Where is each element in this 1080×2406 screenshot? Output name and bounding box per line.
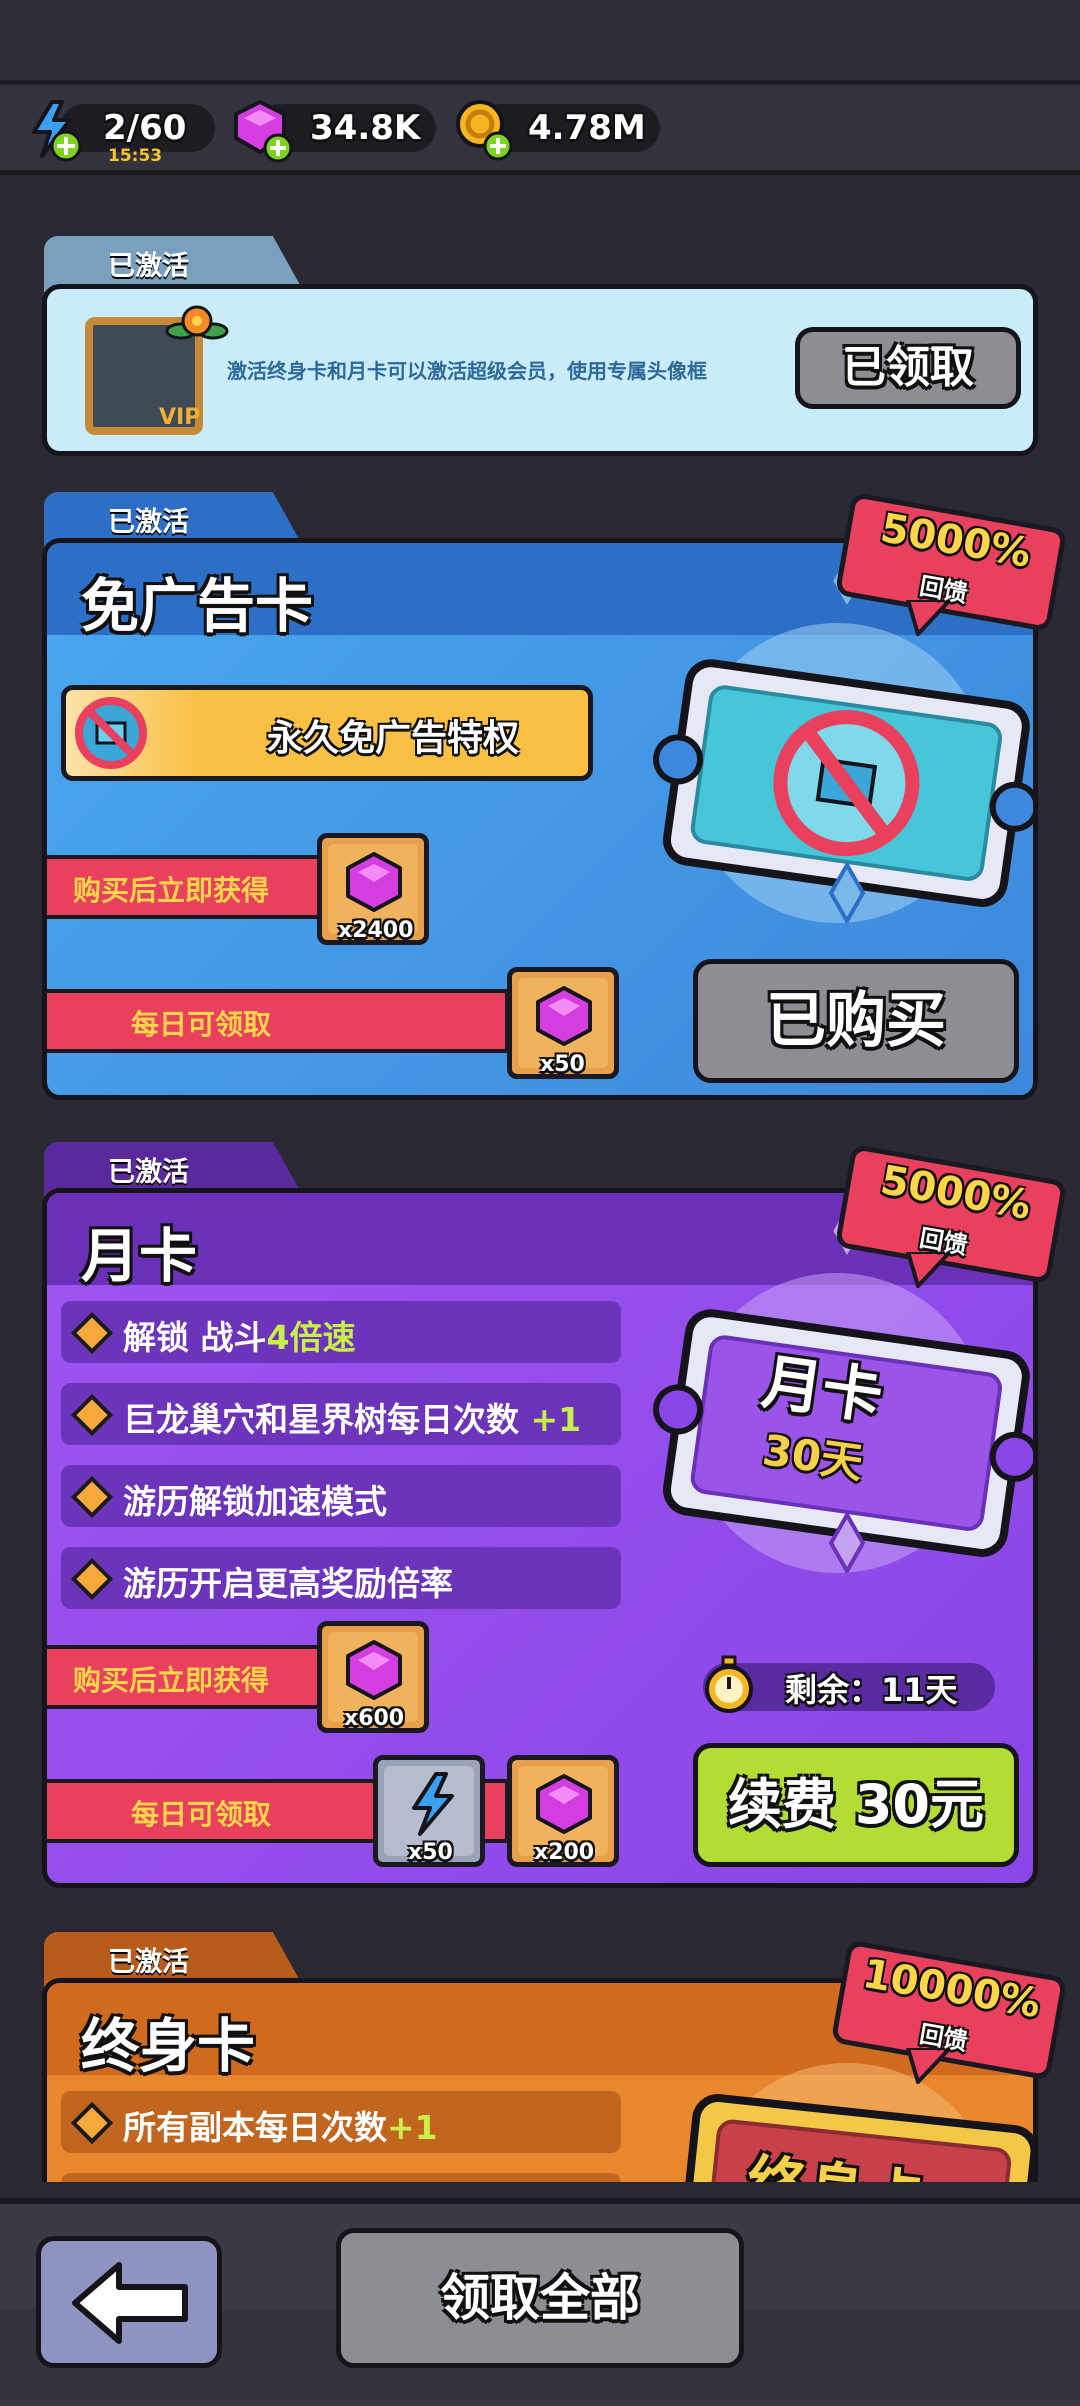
noad-daily-count: x50 bbox=[540, 1052, 585, 1077]
monthly-feature-2-text: 巨龙巢穴和星界树每日次数 bbox=[123, 1400, 531, 1439]
monthly-card-tab-label: 已激活 bbox=[108, 1157, 189, 1188]
monthly-feature-1-text: 解锁 战斗 bbox=[123, 1318, 267, 1357]
monthly-renew-button[interactable]: 续费 30元 bbox=[693, 1743, 1019, 1867]
monthly-feature-3-text: 游历解锁加速模式 bbox=[123, 1482, 387, 1521]
noad-daily-item: x50 bbox=[507, 967, 619, 1079]
monthly-daily-energy-count: x50 bbox=[408, 1840, 453, 1865]
energy-value: 2/60 bbox=[103, 108, 187, 148]
monthly-daily-gem-item: x200 bbox=[507, 1755, 619, 1867]
noad-bought-button-label: 已购买 bbox=[766, 986, 946, 1056]
bullet-icon bbox=[70, 1557, 114, 1601]
noad-instant-label: 购买后立即获得 bbox=[73, 874, 270, 907]
monthly-instant-count: x600 bbox=[344, 1706, 405, 1731]
noad-bought-button[interactable]: 已购买 bbox=[693, 959, 1019, 1083]
noad-card: 免广告卡 永久免广告特权 购买后立即获得 x2400 每日可领取 x50 已购买 bbox=[42, 538, 1038, 1100]
no-ad-icon bbox=[75, 697, 147, 769]
bullet-icon bbox=[70, 2101, 114, 2145]
monthly-feature-1: 解锁 战斗4倍速 bbox=[61, 1301, 621, 1363]
diamond-ornament-icon bbox=[828, 1513, 866, 1573]
monthly-card: 月卡 解锁 战斗4倍速 巨龙巢穴和星界树每日次数 +1 游历解锁加速模式 游历开… bbox=[42, 1188, 1038, 1888]
back-button[interactable] bbox=[36, 2236, 222, 2368]
vip-card-tab-label: 已激活 bbox=[108, 251, 189, 282]
gem-icon bbox=[346, 1640, 402, 1700]
coin-plus-icon[interactable] bbox=[452, 96, 518, 164]
stopwatch-icon bbox=[705, 1655, 753, 1713]
gem-icon bbox=[536, 986, 592, 1046]
lifetime-title: 终身卡 bbox=[81, 2012, 256, 2080]
lifetime-card-tab-label: 已激活 bbox=[108, 1947, 189, 1978]
lifetime-feature-1-highlight: +1 bbox=[387, 2108, 438, 2147]
coins-value: 4.78M bbox=[528, 108, 646, 148]
bullet-icon bbox=[70, 1311, 114, 1355]
monthly-remaining: 剩余：11天 bbox=[785, 1671, 958, 1709]
vip-description: 激活终身卡和月卡可以激活超级会员，使用专属头像框 bbox=[227, 359, 707, 383]
monthly-instant-label: 购买后立即获得 bbox=[73, 1664, 270, 1697]
noad-daily-label: 每日可领取 bbox=[131, 1008, 272, 1041]
noad-instant-item: x2400 bbox=[317, 833, 429, 945]
lightning-plus-icon[interactable] bbox=[22, 98, 84, 162]
noad-instant-count: x2400 bbox=[338, 918, 414, 943]
lightning-icon bbox=[412, 1772, 454, 1836]
claim-all-button[interactable]: 领取全部 bbox=[336, 2228, 744, 2368]
claim-all-label: 领取全部 bbox=[440, 2269, 640, 2327]
vip-claimed-button-label: 已领取 bbox=[842, 342, 974, 393]
energy-timer: 15:53 bbox=[108, 146, 163, 166]
monthly-feature-4: 游历开启更高奖励倍率 bbox=[61, 1547, 621, 1609]
monthly-instant-item: x600 bbox=[317, 1621, 429, 1733]
vip-frame-label: VIP bbox=[159, 405, 201, 430]
gem-icon bbox=[346, 852, 402, 912]
flower-icon bbox=[165, 305, 229, 340]
diamond-ornament-icon bbox=[828, 863, 866, 923]
monthly-daily-energy-item: x50 bbox=[373, 1755, 485, 1867]
gem-icon bbox=[536, 1774, 592, 1834]
bullet-icon bbox=[70, 1475, 114, 1519]
noad-title: 免广告卡 bbox=[81, 572, 314, 640]
bullet-icon bbox=[70, 1393, 114, 1437]
noad-privilege-text: 永久免广告特权 bbox=[267, 718, 520, 759]
lifetime-card-viewport: 已激活 终身卡 所有副本每日次数+1 终身卡 10000% 回馈 bbox=[0, 1900, 1080, 2182]
monthly-renew-button-label: 续费 30元 bbox=[728, 1773, 984, 1836]
vip-claimed-button[interactable]: 已领取 bbox=[795, 327, 1021, 409]
noad-daily-ribbon bbox=[47, 989, 509, 1053]
monthly-daily-label: 每日可领取 bbox=[131, 1798, 272, 1831]
monthly-feature-2-highlight: +1 bbox=[530, 1400, 582, 1439]
monthly-feature-1-highlight: 4倍速 bbox=[266, 1318, 356, 1357]
gems-value: 34.8K bbox=[310, 108, 421, 148]
vip-card: VIP 激活终身卡和月卡可以激活超级会员，使用专属头像框 已领取 bbox=[42, 284, 1038, 456]
lifetime-feature-1-text: 所有副本每日次数 bbox=[123, 2108, 387, 2147]
status-strip bbox=[0, 0, 1080, 84]
lifetime-feature-1: 所有副本每日次数+1 bbox=[61, 2091, 621, 2153]
monthly-feature-2: 巨龙巢穴和星界树每日次数 +1 bbox=[61, 1383, 621, 1445]
monthly-feature-3: 游历解锁加速模式 bbox=[61, 1465, 621, 1527]
lifetime-feature-2 bbox=[61, 2173, 621, 2182]
back-arrow-icon bbox=[72, 2262, 188, 2344]
monthly-feature-4-text: 游历开启更高奖励倍率 bbox=[123, 1564, 453, 1603]
monthly-title: 月卡 bbox=[81, 1222, 198, 1290]
gem-plus-icon[interactable] bbox=[230, 96, 296, 164]
monthly-daily-gem-count: x200 bbox=[534, 1840, 595, 1865]
noad-card-tab-label: 已激活 bbox=[108, 507, 189, 538]
